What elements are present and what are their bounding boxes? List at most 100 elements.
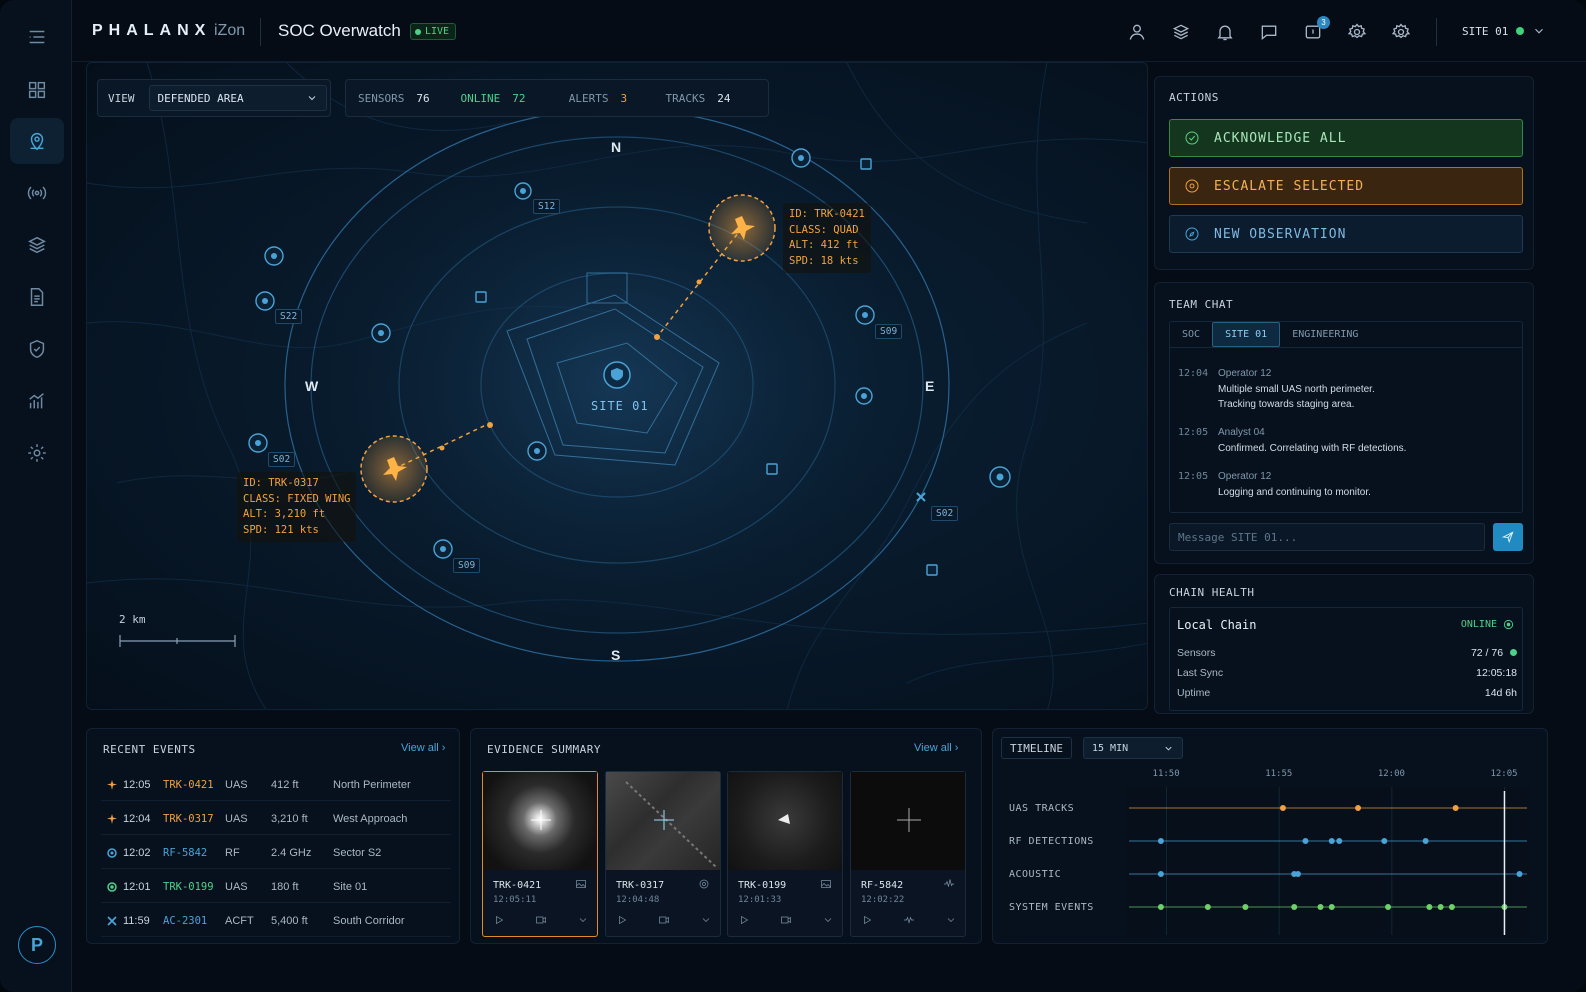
layers-stack-icon[interactable] [1168, 19, 1194, 45]
shield-icon[interactable] [10, 326, 64, 372]
reports-icon[interactable] [10, 274, 64, 320]
timeline-event-marker[interactable] [1328, 838, 1335, 844]
event-row[interactable]: 12:02 RF-5842 RF 2.4 GHz Sector S2 [101, 837, 451, 869]
sensor-tag[interactable]: S12 [533, 199, 561, 214]
sensor-tag[interactable]: S02 [268, 452, 296, 467]
event-row[interactable]: 12:05 TRK-0421 UAS 412 ft North Perimeter [101, 769, 451, 801]
event-type: RF [225, 846, 240, 859]
evidence-card[interactable]: TRK-0421 12:05:11 [482, 771, 598, 937]
sensor-tag[interactable]: S09 [453, 558, 481, 573]
event-id[interactable]: TRK-0421 [163, 779, 225, 791]
send-button[interactable] [1493, 523, 1523, 551]
event-row[interactable]: 12:04 TRK-0317 UAS 3,210 ft West Approach [101, 803, 451, 835]
message-text: Confirmed. Correlating with RF detection… [1218, 443, 1407, 454]
analytics-icon[interactable] [10, 378, 64, 424]
timeline-event-marker[interactable] [1328, 904, 1335, 910]
layers-icon[interactable] [10, 222, 64, 268]
sensors-icon[interactable] [10, 170, 64, 216]
menu-icon[interactable] [10, 14, 64, 60]
stat-online: ONLINE 72 [461, 92, 569, 105]
alerts-icon[interactable]: 3 [1300, 16, 1330, 45]
sensor-tag[interactable]: S22 [275, 309, 303, 324]
evidence-card[interactable]: RF-5842 12:02:22 [850, 771, 966, 937]
chevron-down-icon[interactable] [945, 914, 957, 926]
timeline-event-marker[interactable] [1336, 838, 1343, 844]
evidence-thumbnail [606, 772, 720, 870]
view-dropdown[interactable]: DEFENDED AREA [148, 85, 327, 111]
evidence-view-all-link[interactable]: View all › [914, 742, 958, 754]
settings-icon[interactable] [10, 430, 64, 476]
dashboard-icon[interactable] [10, 67, 64, 113]
chain-health-card: Local Chain ONLINE Sensors 72 / 76 Last S… [1169, 607, 1523, 711]
chat-message-input[interactable] [1169, 523, 1485, 551]
tab-engineering[interactable]: ENGINEERING [1280, 322, 1370, 347]
timeline-event-marker[interactable] [1157, 871, 1164, 877]
timeline-event-marker[interactable] [1294, 871, 1301, 877]
timeline-event-marker[interactable] [1426, 904, 1433, 910]
event-id[interactable]: AC-2301 [163, 915, 225, 927]
escalate-selected-button[interactable]: ESCALATE SELECTED [1169, 167, 1523, 205]
timeline-event-marker[interactable] [1302, 838, 1309, 844]
play-icon[interactable] [493, 914, 505, 926]
timeline-event-marker[interactable] [1157, 904, 1164, 910]
map-pin-icon[interactable] [10, 118, 64, 164]
event-id[interactable]: TRK-0199 [163, 881, 225, 893]
acknowledge-all-button[interactable]: ACKNOWLEDGE ALL [1169, 119, 1523, 157]
timeline-event-marker[interactable] [1317, 904, 1324, 910]
settings-gear-icon[interactable] [1388, 19, 1414, 45]
track-id: ID: TRK-0421 [789, 208, 865, 220]
sensor-tag[interactable]: S02 [931, 506, 959, 521]
timeline-tick: 11:55 [1265, 769, 1293, 779]
event-id[interactable]: RF-5842 [163, 847, 225, 859]
gear-icon[interactable] [1344, 19, 1370, 45]
timeline-event-marker[interactable] [1448, 904, 1455, 910]
track-label-trk-0317[interactable]: ID: TRK-0317 CLASS: FIXED WING ALT: 3,21… [237, 472, 357, 542]
timeline-event-marker[interactable] [1385, 904, 1392, 910]
timeline-event-marker[interactable] [1291, 904, 1298, 910]
play-icon[interactable] [861, 914, 873, 926]
evidence-name: TRK-0421 [493, 880, 542, 891]
tab-soc[interactable]: SOC [1170, 322, 1212, 347]
chevron-down-icon[interactable] [577, 914, 589, 926]
timeline-event-marker[interactable] [1204, 904, 1211, 910]
event-row[interactable]: 12:01 TRK-0199 UAS 180 ft Site 01 [101, 871, 451, 903]
timeline-event-marker[interactable] [1242, 904, 1249, 910]
crosshair-icon [897, 808, 921, 832]
video-icon[interactable] [658, 914, 670, 926]
video-icon[interactable] [780, 914, 792, 926]
row-value-wrap: 72 / 76 [1471, 647, 1517, 659]
event-id[interactable]: TRK-0317 [163, 813, 225, 825]
stat-tracks: TRACKS 24 [666, 92, 769, 105]
event-row[interactable]: 11:59 AC-2301 ACFT 5,400 ft South Corridor [101, 905, 451, 937]
chevron-down-icon[interactable] [822, 914, 834, 926]
signal-icon[interactable] [903, 914, 915, 926]
timeline-event-marker[interactable] [1422, 838, 1429, 844]
new-observation-button[interactable]: NEW OBSERVATION [1169, 215, 1523, 253]
timeline-event-marker[interactable] [1516, 871, 1523, 877]
timeline-event-marker[interactable] [1157, 838, 1164, 844]
events-view-all-link[interactable]: View all › [401, 742, 445, 754]
timeline-event-marker[interactable] [1355, 805, 1362, 811]
play-icon[interactable] [616, 914, 628, 926]
timeline-event-marker[interactable] [1437, 904, 1444, 910]
user-icon[interactable] [1124, 19, 1150, 45]
map-view[interactable]: VIEW DEFENDED AREA SENSORS 76 ONLINE 72 AL… [86, 62, 1148, 710]
chevron-down-icon[interactable] [700, 914, 712, 926]
timeline-event-marker[interactable] [1452, 805, 1459, 811]
site-selector[interactable]: SITE 01 [1462, 24, 1546, 38]
live-badge: LIVE [410, 23, 457, 40]
sensor-tag[interactable]: S09 [875, 324, 903, 339]
track-label-trk-0421[interactable]: ID: TRK-0421 CLASS: QUAD ALT: 412 ft SPD… [783, 203, 871, 273]
evidence-card[interactable]: TRK-0199 12:01:33 [727, 771, 843, 937]
stat-label: TRACKS [665, 91, 706, 105]
evidence-card[interactable]: TRK-0317 12:04:48 [605, 771, 721, 937]
tab-site-01[interactable]: SITE 01 [1212, 322, 1281, 347]
stat-value: 3 [620, 91, 628, 105]
timeline-event-marker[interactable] [1279, 805, 1286, 811]
chat-icon[interactable] [1256, 19, 1282, 45]
bell-icon[interactable] [1212, 19, 1238, 45]
timeline-event-marker[interactable] [1381, 838, 1388, 844]
play-icon[interactable] [738, 914, 750, 926]
video-icon[interactable] [535, 914, 547, 926]
logo-icon[interactable]: P [18, 926, 56, 964]
